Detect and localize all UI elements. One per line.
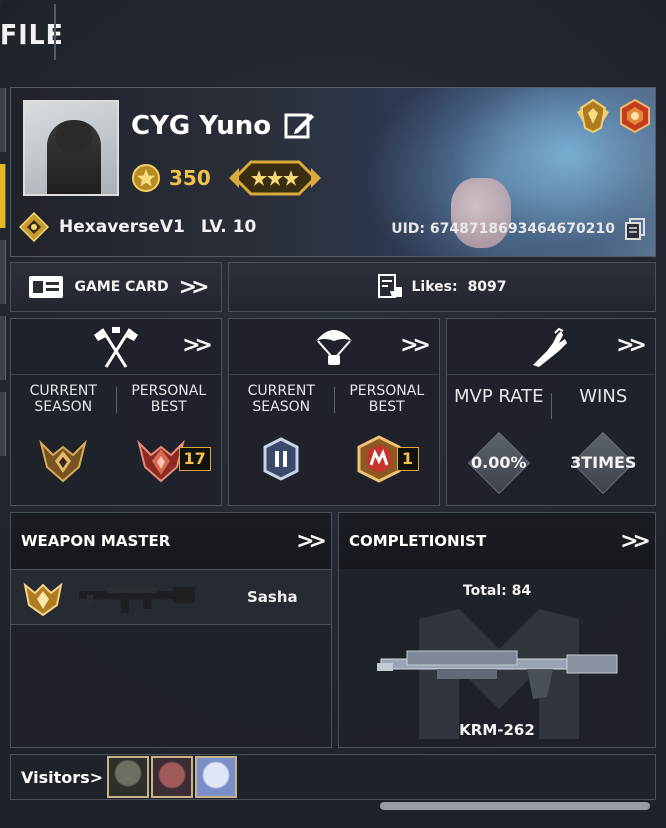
completionist-total: Total: 84 bbox=[462, 583, 532, 599]
scrollbar[interactable] bbox=[380, 802, 650, 810]
chevron-double-icon[interactable]: >> bbox=[616, 333, 647, 358]
mp-personal-best: PERSONAL BEST 17 bbox=[117, 375, 222, 505]
achievement-badge-icon[interactable] bbox=[617, 98, 653, 134]
stat-label: PERSONAL BEST bbox=[131, 383, 207, 415]
weapon-master-row[interactable]: Sasha bbox=[11, 569, 331, 625]
left-tab-rail bbox=[0, 88, 6, 468]
weapon-image bbox=[79, 587, 195, 613]
rail-tab[interactable] bbox=[0, 392, 6, 456]
completionist-panel[interactable]: COMPLETIONIST >> Total: 84 KRM-262 bbox=[338, 512, 656, 748]
completionist-title: COMPLETIONIST bbox=[349, 532, 487, 550]
username-row: CYG Yuno bbox=[131, 110, 315, 142]
mvp-wins-panel[interactable]: >> MVP RATE 0.00% WINS 3TIMES bbox=[446, 318, 656, 506]
game-card-label: GAME CARD bbox=[74, 279, 169, 295]
chevron-double-icon: >> bbox=[178, 274, 210, 300]
mvp-rate-value: 0.00% bbox=[470, 453, 527, 472]
likes-label: Likes: bbox=[411, 279, 458, 295]
rail-tab-active[interactable] bbox=[0, 164, 6, 228]
parachute-icon bbox=[316, 330, 352, 365]
completionist-header: COMPLETIONIST >> bbox=[339, 513, 655, 569]
avatar-photo bbox=[47, 120, 101, 194]
chevron-double-icon[interactable]: >> bbox=[400, 333, 431, 358]
wins-value: 3TIMES bbox=[570, 453, 637, 472]
visitors-bar[interactable]: Visitors> bbox=[10, 754, 656, 800]
stat-label: MVP RATE bbox=[454, 386, 544, 407]
mp-ranked-panel[interactable]: >> CURRENT SEASON PERSONAL BEST 17 bbox=[10, 318, 222, 506]
visitor-avatar[interactable] bbox=[195, 756, 238, 798]
chevron-double-icon[interactable]: >> bbox=[182, 333, 213, 358]
wins: WINS 3TIMES bbox=[552, 375, 656, 505]
br-personal-best: PERSONAL BEST 1 bbox=[335, 375, 440, 505]
username: CYG Yuno bbox=[131, 111, 272, 141]
avatar[interactable] bbox=[23, 100, 119, 196]
br-current-season: CURRENT SEASON bbox=[229, 375, 334, 505]
mvp-rate: MVP RATE 0.00% bbox=[447, 375, 551, 505]
stat-label: PERSONAL BEST bbox=[349, 383, 425, 415]
page-title: FILE bbox=[0, 4, 63, 60]
stat-label: WINS bbox=[579, 386, 628, 407]
clan-name: HexaverseV1 bbox=[59, 217, 185, 237]
stat-label: CURRENT SEASON bbox=[29, 383, 97, 415]
rank-badge-icon[interactable] bbox=[575, 98, 611, 134]
br-ranked-panel[interactable]: >> CURRENT SEASON PERSONAL BEST 1 bbox=[228, 318, 440, 506]
mp-current-rank-medal bbox=[39, 439, 88, 483]
copy-icon[interactable] bbox=[625, 218, 645, 240]
likes-value: 8097 bbox=[467, 279, 507, 295]
cp-row: 350 bbox=[131, 156, 321, 200]
crossed-flags-icon bbox=[94, 327, 138, 368]
mvp-wins-header: >> bbox=[447, 319, 655, 375]
completionist-weapon-name: KRM-262 bbox=[459, 721, 535, 739]
profile-banner[interactable]: CYG Yuno 350 HexaverseV1 LV. 10 UID: 674… bbox=[10, 87, 656, 257]
likes-button[interactable]: Likes: 8097 bbox=[228, 262, 656, 312]
rail-tab[interactable] bbox=[0, 240, 6, 304]
visitors-label[interactable]: Visitors> bbox=[21, 768, 103, 787]
player-level: LV. 10 bbox=[200, 217, 257, 237]
game-card-button[interactable]: GAME CARD >> bbox=[10, 262, 222, 312]
visitor-avatar[interactable] bbox=[107, 756, 150, 798]
mp-current-season: CURRENT SEASON bbox=[11, 375, 116, 505]
weapon-master-weapon: Sasha bbox=[247, 588, 298, 606]
game-card-icon bbox=[29, 276, 64, 298]
rail-tab[interactable] bbox=[0, 88, 6, 152]
stat-label: CURRENT SEASON bbox=[247, 383, 315, 415]
weapon-rank-badge-icon bbox=[23, 582, 63, 617]
br-best-count: 1 bbox=[396, 447, 419, 471]
mp-ranked-header: >> bbox=[11, 319, 221, 375]
mp-best-count: 17 bbox=[178, 447, 211, 471]
uid-row: UID: 6748718693464670210 bbox=[391, 218, 645, 240]
weapon-master-header: WEAPON MASTER >> bbox=[11, 513, 331, 569]
edit-icon[interactable] bbox=[283, 110, 315, 142]
weapon-master-panel[interactable]: WEAPON MASTER >> Sasha bbox=[10, 512, 332, 748]
rank-stars-icon bbox=[228, 160, 321, 196]
likes-icon bbox=[378, 274, 403, 298]
cp-value: 350 bbox=[169, 166, 211, 190]
coin-icon bbox=[132, 164, 160, 192]
chevron-double-icon[interactable]: >> bbox=[620, 529, 651, 554]
visitor-avatar[interactable] bbox=[151, 756, 194, 798]
completionist-weapon-image bbox=[377, 650, 618, 699]
clan-emblem-icon bbox=[19, 212, 49, 242]
weapon-master-title: WEAPON MASTER bbox=[21, 532, 171, 550]
hand-icon bbox=[533, 327, 567, 367]
uid: UID: 6748718693464670210 bbox=[391, 221, 615, 237]
rail-tab[interactable] bbox=[0, 316, 6, 380]
br-current-rank-medal bbox=[263, 437, 299, 481]
chevron-double-icon[interactable]: >> bbox=[296, 529, 327, 554]
clan-row: HexaverseV1 LV. 10 bbox=[19, 212, 256, 242]
br-ranked-header: >> bbox=[229, 319, 439, 375]
